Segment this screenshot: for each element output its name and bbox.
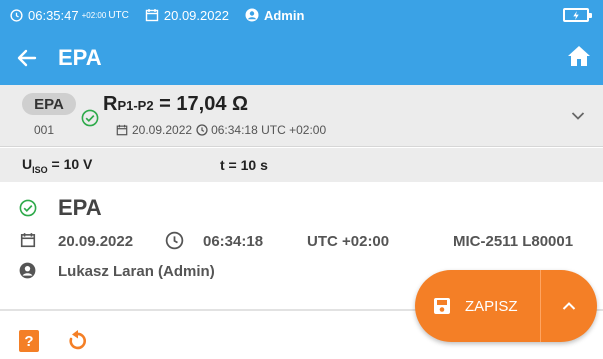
status-time: 06:35:47 +02:00 UTC [10,8,129,23]
result-date: 20.09.2022 [132,123,193,137]
status-utc: UTC [108,9,129,21]
back-arrow-icon [17,49,37,66]
user-icon [19,262,36,279]
main-result-symbol: R [103,93,118,115]
status-date: 20.09.2022 [145,8,229,23]
save-button-group: ZAPISZ [415,270,597,342]
check-circle-icon [19,199,37,217]
parameters-row: UISO = 10 V t = 10 s [0,148,603,182]
floppy-disk-icon [434,298,450,314]
result-card[interactable]: EPA 001 RP1-P2 = 17,04 Ω 20.09.2022 06:3… [0,85,603,147]
main-result: RP1-P2 = 17,04 Ω [103,93,248,116]
main-result-subscript: P1-P2 [117,98,154,113]
refresh-icon[interactable] [66,330,88,352]
measurement-number: 001 [34,123,55,137]
home-button[interactable] [567,45,591,72]
chevron-down-icon[interactable] [571,111,585,121]
clock-icon [196,124,208,136]
status-time-value: 06:35:47 [28,7,79,23]
measurement-type-badge: EPA [22,93,76,115]
help-button[interactable]: ? [19,330,39,352]
main-result-value: = 17,04 Ω [153,93,249,115]
result-timestamp: 20.09.2022 06:34:18 UTC +02:00 [116,123,326,137]
status-tz: +02:00 [81,10,107,20]
battery-charging-icon [563,8,592,22]
save-button[interactable]: ZAPISZ [415,270,540,342]
status-user-value: Admin [263,7,305,23]
user-icon [245,8,259,22]
uiso-parameter: UISO = 10 V [22,156,92,175]
details-date: 20.09.2022 [58,233,134,250]
details-user: Lukasz Laran (Admin) [58,263,215,280]
chevron-up-icon [562,302,576,310]
calendar-icon [116,124,128,136]
home-icon [568,46,590,66]
uiso-subscript: ISO [32,164,48,175]
clock-icon [10,8,23,22]
uiso-label: U [22,155,33,172]
status-user: Admin [245,8,304,23]
details-device: MIC-2511 L80001 [453,233,574,250]
uiso-value: = 10 V [47,155,93,172]
time-parameter: t = 10 s [220,157,268,173]
expand-button[interactable] [541,270,597,342]
title-bar: EPA [0,30,603,85]
details-time: 06:34:18 [203,233,264,250]
result-time: 06:34:18 UTC +02:00 [211,123,327,137]
details-timezone: UTC +02:00 [307,233,390,250]
back-button[interactable] [0,30,54,85]
calendar-icon [20,233,36,248]
save-button-label: ZAPISZ [465,297,518,315]
status-date-value: 20.09.2022 [163,7,229,23]
page-title: EPA [58,44,102,70]
check-circle-icon [81,109,99,127]
status-bar: 06:35:47 +02:00 UTC 20.09.2022 Admin [0,0,603,30]
clock-icon [165,231,184,250]
calendar-icon [145,9,159,22]
details-title: EPA [58,195,102,220]
